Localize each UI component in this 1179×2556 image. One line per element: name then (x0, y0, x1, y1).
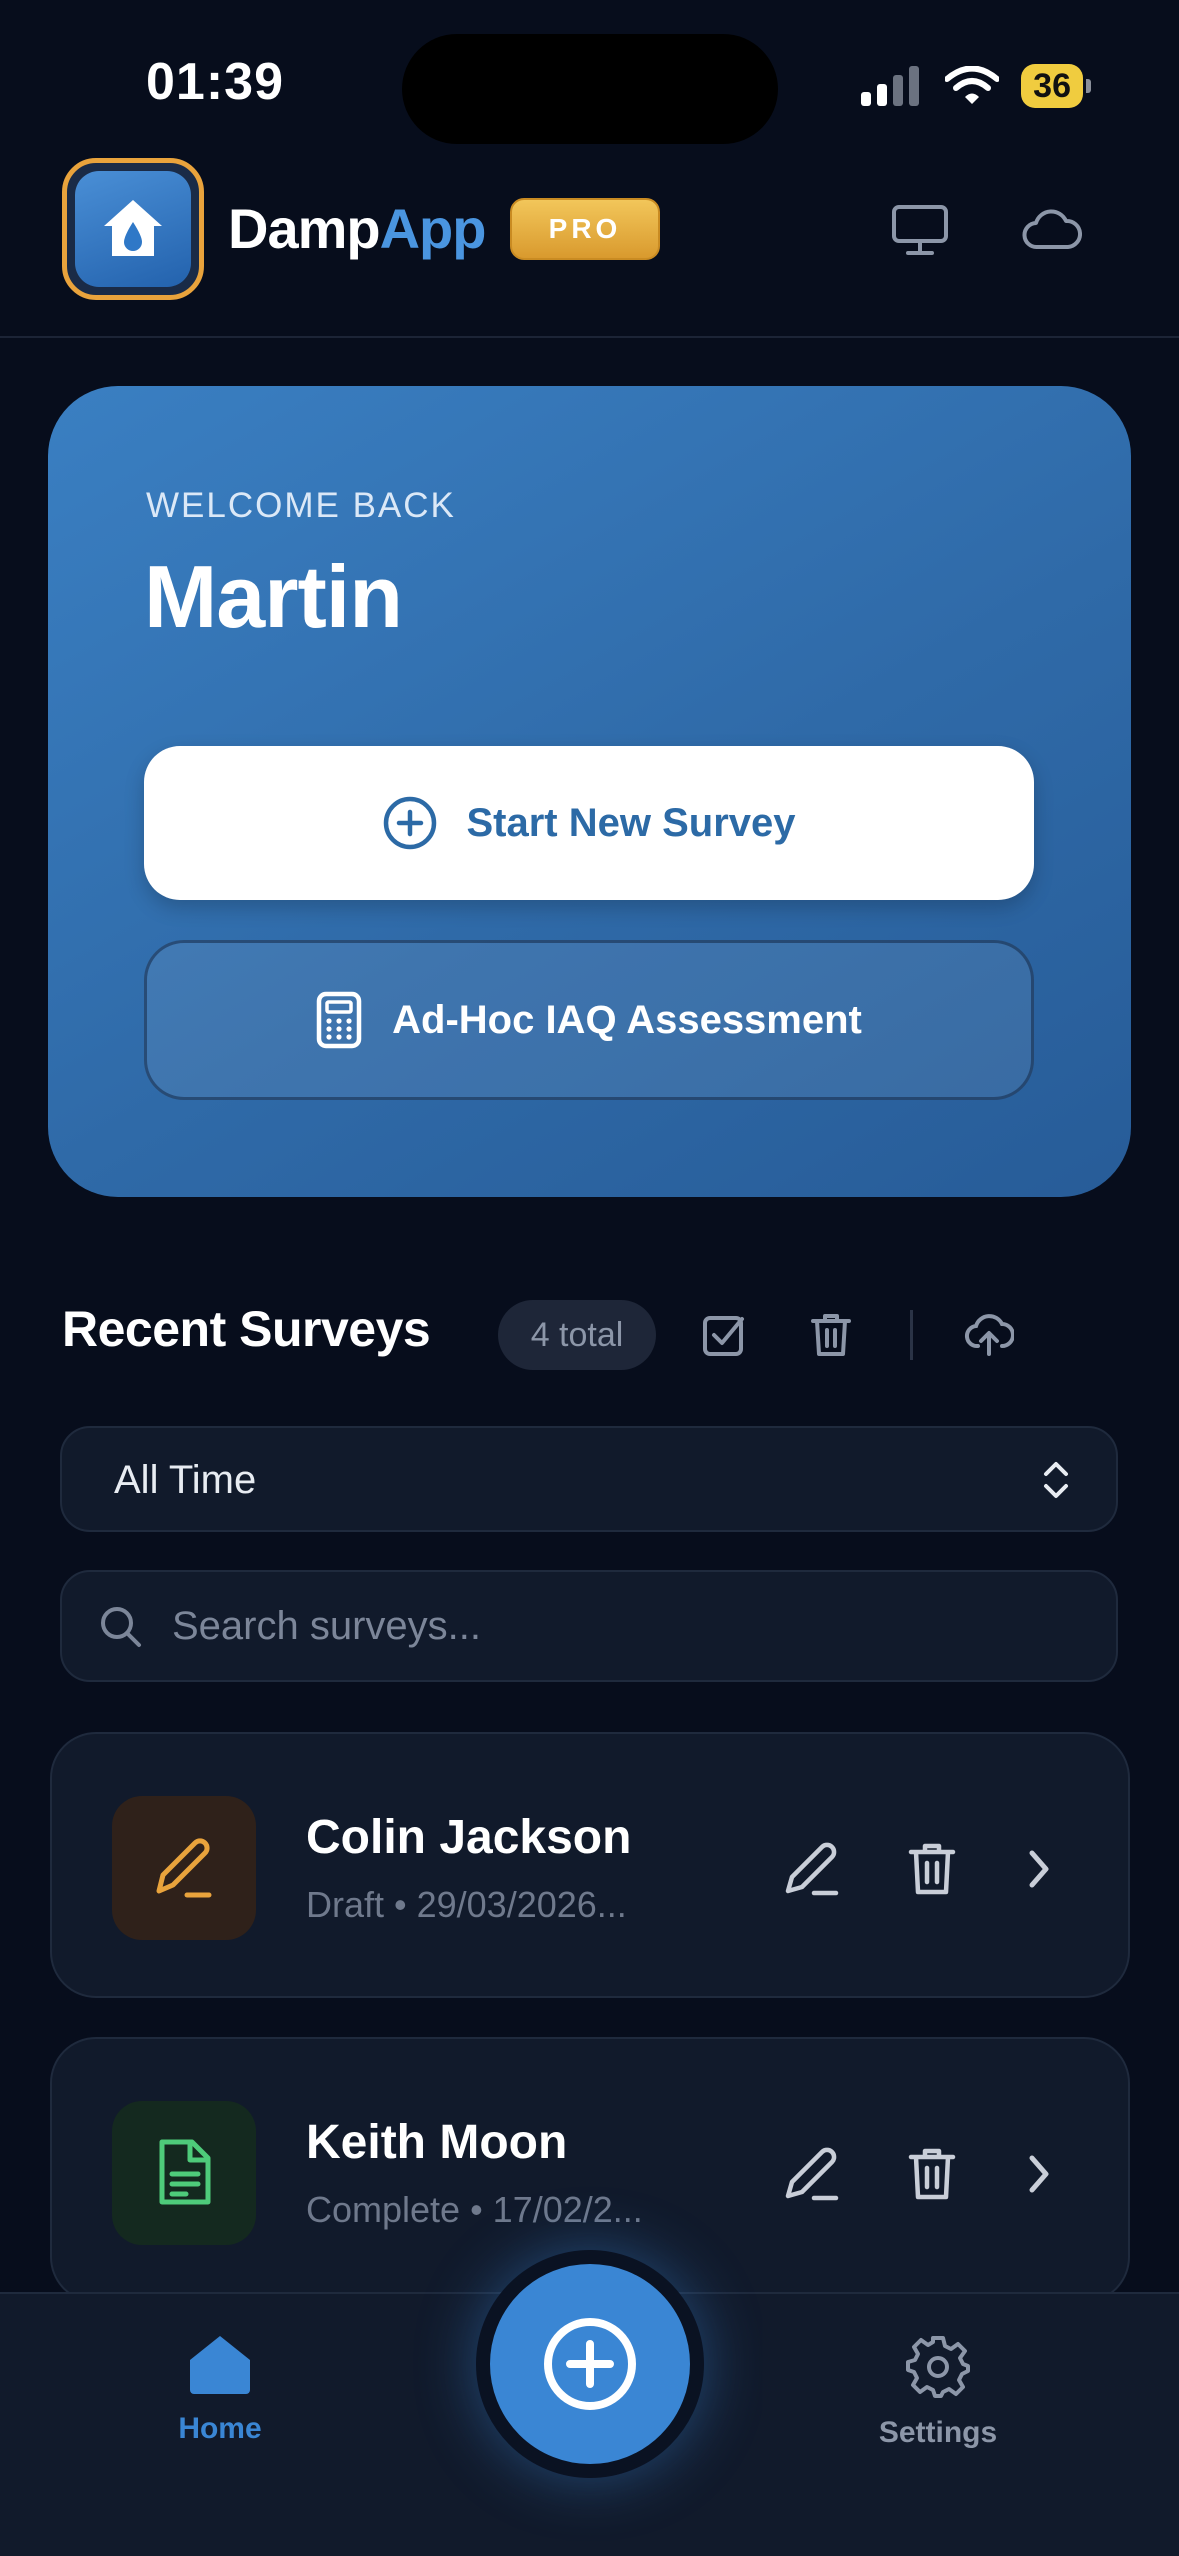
open-survey-button[interactable] (1004, 2139, 1074, 2209)
delete-all-button[interactable] (799, 1303, 863, 1367)
recent-surveys-title: Recent Surveys (62, 1301, 431, 1357)
time-filter-value: All Time (114, 1458, 257, 1502)
nav-home-label: Home (178, 2412, 262, 2445)
status-icons: 36 (861, 64, 1091, 108)
monitor-button[interactable] (888, 198, 952, 262)
app-logo (62, 158, 204, 300)
toolbar-divider (910, 1310, 913, 1360)
pencil-icon (785, 2147, 839, 2201)
gear-icon (906, 2336, 970, 2398)
chevron-right-icon (1029, 2155, 1049, 2193)
survey-name: Keith Moon (306, 2116, 568, 2169)
start-new-survey-button[interactable]: Start New Survey (144, 746, 1034, 900)
nav-settings-label: Settings (878, 2416, 998, 2449)
search-box[interactable] (60, 1570, 1118, 1682)
app-header: DampApp PRO (0, 150, 1179, 338)
survey-status-thumb (112, 2101, 256, 2245)
nav-home[interactable]: Home (120, 2334, 320, 2446)
screen: 01:39 36 DampApp PRO WELCOME BACK Martin… (0, 0, 1179, 2556)
monitor-icon (892, 205, 948, 255)
trash-icon (908, 1843, 956, 1895)
pencil-icon (785, 1842, 839, 1896)
edit-survey-button[interactable] (777, 1834, 847, 1904)
cloud-sync-button[interactable] (1020, 198, 1084, 262)
pencil-icon (156, 1838, 212, 1898)
wifi-icon (945, 66, 1000, 104)
trash-icon (811, 1314, 851, 1356)
plus-circle-icon (544, 2318, 636, 2410)
select-mode-button[interactable] (692, 1303, 756, 1367)
search-input[interactable] (172, 1596, 1072, 1656)
brand-part-1: Damp (228, 197, 381, 260)
welcome-label: WELCOME BACK (146, 486, 456, 525)
trash-icon (908, 2148, 956, 2200)
chevron-right-icon (1029, 1850, 1049, 1888)
adhoc-iaq-label: Ad-Hoc IAQ Assessment (392, 997, 862, 1042)
survey-status-thumb (112, 1796, 256, 1940)
calculator-icon (316, 991, 362, 1049)
add-survey-fab[interactable] (476, 2250, 704, 2478)
cloud-upload-icon (965, 1314, 1014, 1356)
time-filter-select[interactable]: All Time (60, 1426, 1118, 1532)
delete-survey-button[interactable] (897, 2139, 967, 2209)
delete-survey-button[interactable] (897, 1834, 967, 1904)
edit-survey-button[interactable] (777, 2139, 847, 2209)
user-name: Martin (144, 547, 403, 646)
chevron-updown-icon (1044, 1462, 1068, 1498)
adhoc-iaq-button[interactable]: Ad-Hoc IAQ Assessment (144, 940, 1034, 1100)
survey-card[interactable]: Colin Jackson Draft • 29/03/2026... (50, 1732, 1130, 1998)
search-icon (101, 1607, 141, 1647)
survey-name: Colin Jackson (306, 1811, 632, 1864)
total-count-badge: 4 total (498, 1300, 656, 1370)
battery-icon: 36 (1021, 64, 1091, 108)
plus-circle-icon (384, 796, 437, 850)
nav-settings[interactable]: Settings (838, 2334, 1038, 2450)
home-icon (190, 2336, 250, 2394)
status-time: 01:39 (146, 53, 284, 111)
pro-badge: PRO (510, 198, 660, 260)
signal-icon (861, 66, 920, 106)
checkbox-icon (703, 1316, 744, 1356)
survey-meta: Complete • 17/02/2... (306, 2189, 643, 2230)
open-survey-button[interactable] (1004, 1834, 1074, 1904)
upload-button[interactable] (957, 1303, 1021, 1367)
welcome-card: WELCOME BACK Martin Start New Survey Ad-… (48, 386, 1131, 1197)
app-brand: DampApp (228, 196, 487, 261)
start-new-survey-label: Start New Survey (466, 800, 796, 845)
cloud-icon (1022, 209, 1082, 249)
document-icon (159, 2139, 211, 2205)
brand-part-2: App (379, 197, 487, 260)
dynamic-island (402, 34, 778, 144)
house-drop-icon (104, 200, 162, 256)
survey-meta: Draft • 29/03/2026... (306, 1884, 627, 1925)
